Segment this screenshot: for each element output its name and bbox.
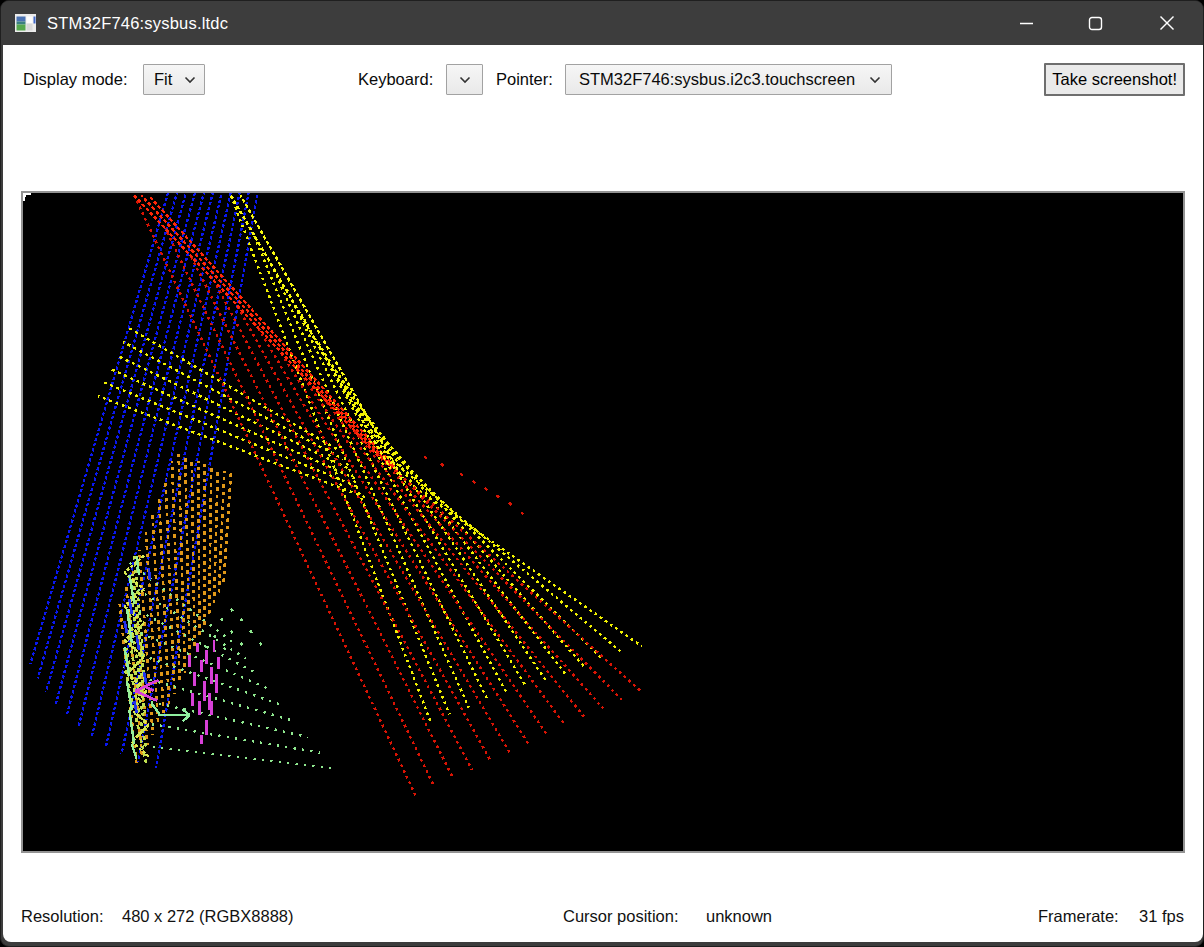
status-bar: Resolution: 480 x 272 (RGBX8888) Cursor … xyxy=(3,853,1203,942)
minimize-button[interactable] xyxy=(1003,1,1049,45)
framebuffer-display[interactable] xyxy=(21,191,1185,853)
chevron-down-icon xyxy=(869,76,881,84)
chevron-down-icon xyxy=(459,76,471,84)
chevron-down-icon xyxy=(184,76,196,84)
resolution-value: 480 x 272 (RGBX8888) xyxy=(122,907,294,926)
framerate-label: Framerate: xyxy=(1038,907,1119,926)
framebuffer-graphics xyxy=(23,193,1183,851)
cursor-position-label: Cursor position: xyxy=(563,907,679,926)
close-icon xyxy=(1159,15,1175,31)
pointer-value: STM32F746:sysbus.i2c3.touchscreen xyxy=(579,70,855,89)
app-window: STM32F746:sysbus.ltdc Display mode: Fit xyxy=(0,0,1204,947)
minimize-icon xyxy=(1019,16,1034,31)
maximize-icon xyxy=(1088,16,1103,31)
keyboard-label: Keyboard: xyxy=(358,64,433,95)
maximize-button[interactable] xyxy=(1072,1,1118,45)
close-button[interactable] xyxy=(1144,1,1190,45)
pointer-label: Pointer: xyxy=(496,64,553,95)
pointer-select[interactable]: STM32F746:sysbus.i2c3.touchscreen xyxy=(565,64,892,95)
take-screenshot-button[interactable]: Take screenshot! xyxy=(1044,63,1185,96)
framerate-value: 31 fps xyxy=(1139,907,1184,926)
display-mode-label: Display mode: xyxy=(23,64,128,95)
keyboard-select[interactable] xyxy=(446,64,483,95)
title-bar: STM32F746:sysbus.ltdc xyxy=(1,1,1203,45)
client-area: Display mode: Fit Keyboard: Pointer: STM… xyxy=(3,45,1203,942)
app-icon xyxy=(15,14,36,32)
resolution-label: Resolution: xyxy=(21,907,104,926)
display-mode-value: Fit xyxy=(154,70,172,89)
window-title: STM32F746:sysbus.ltdc xyxy=(47,1,228,45)
cursor-position-value: unknown xyxy=(706,907,772,926)
display-mode-select[interactable]: Fit xyxy=(143,64,205,95)
